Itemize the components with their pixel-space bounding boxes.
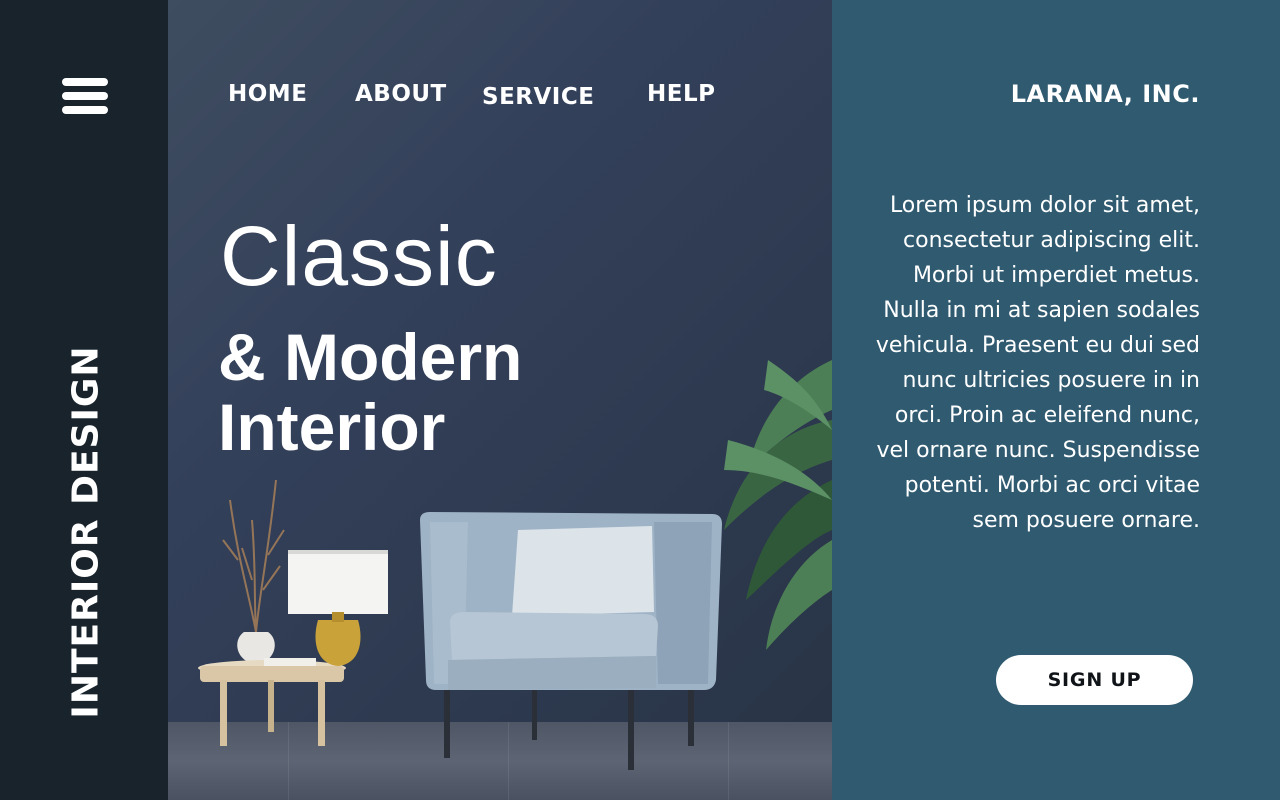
hero-section: HOME ABOUT SERVICE HELP Classic & Modern…	[168, 0, 832, 800]
table-lamp	[288, 550, 388, 666]
headline-line-2: & Modern	[218, 320, 523, 394]
top-navigation: HOME ABOUT SERVICE HELP	[168, 0, 832, 140]
armchair	[420, 512, 722, 770]
sign-up-button[interactable]: SIGN UP	[996, 655, 1193, 705]
hamburger-menu-icon[interactable]	[62, 78, 108, 114]
dry-branches	[222, 479, 285, 633]
headline-classic: Classic	[220, 209, 498, 303]
nav-service[interactable]: SERVICE	[482, 84, 594, 110]
menu-bar-top	[62, 78, 108, 86]
brand-name: LARANA, INC.	[1010, 80, 1200, 108]
book-stack	[264, 658, 316, 666]
vertical-site-title: INTERIOR DESIGN	[65, 345, 107, 719]
headline-modern-interior: & Modern Interior	[218, 322, 522, 462]
nav-help[interactable]: HELP	[647, 81, 715, 107]
body-copy: Lorem ipsum dolor sit amet, consectetur …	[875, 193, 1200, 533]
side-table	[198, 660, 346, 746]
headline-line-3: Interior	[218, 390, 446, 464]
menu-bar-bottom	[62, 106, 108, 114]
nav-home[interactable]: HOME	[228, 81, 307, 107]
menu-bar-middle	[62, 92, 108, 100]
left-rail: INTERIOR DESIGN	[0, 0, 168, 800]
nav-about[interactable]: ABOUT	[355, 81, 447, 107]
palm-plant	[724, 360, 832, 650]
